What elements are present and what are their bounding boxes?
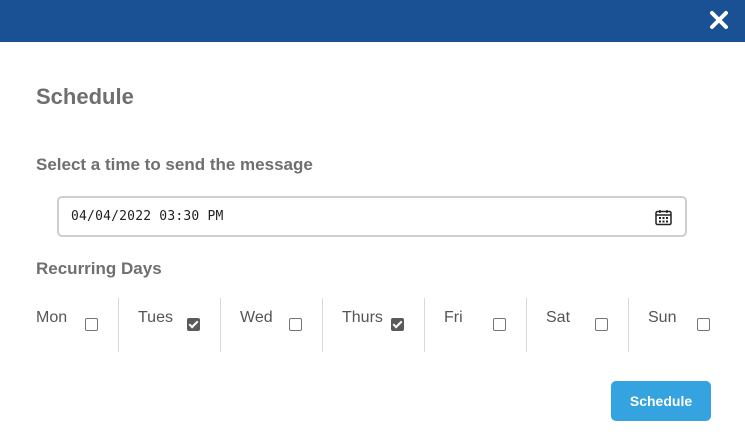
calendar-icon (655, 210, 672, 226)
recurring-days-row: Mon Tues Wed Thurs Fri Sat Sun (16, 298, 730, 352)
day-label: Thurs (342, 309, 383, 326)
time-prompt-label: Select a time to send the message (36, 155, 313, 174)
day-checkbox[interactable] (187, 318, 200, 331)
schedule-dialog: Schedule Select a time to send the messa… (0, 0, 745, 442)
day-label: Sun (648, 309, 677, 326)
day-thurs: Thurs (322, 298, 424, 352)
day-label: Fri (444, 309, 463, 326)
day-label: Mon (36, 309, 68, 326)
recurring-days-label: Recurring Days (36, 259, 162, 278)
close-button[interactable] (708, 9, 730, 31)
day-checkbox[interactable] (391, 318, 404, 331)
day-label: Tues (138, 309, 173, 326)
day-checkbox[interactable] (595, 318, 608, 331)
day-fri: Fri (424, 298, 526, 352)
day-checkbox[interactable] (493, 318, 506, 331)
day-label: Sat (546, 309, 571, 326)
day-sat: Sat (526, 298, 628, 352)
close-icon (710, 11, 728, 29)
day-checkbox[interactable] (85, 318, 98, 331)
dialog-title: Schedule (36, 84, 134, 109)
datetime-input[interactable]: 04/04/2022 03:30 PM (57, 196, 687, 237)
day-checkbox[interactable] (697, 318, 710, 331)
dialog-header-bar (0, 0, 745, 42)
day-checkbox[interactable] (289, 318, 302, 331)
datetime-value: 04/04/2022 03:30 PM (71, 209, 224, 224)
day-label: Wed (240, 309, 273, 326)
day-mon: Mon (16, 298, 118, 352)
day-tues: Tues (118, 298, 220, 352)
day-sun: Sun (628, 298, 730, 352)
schedule-button[interactable]: Schedule (611, 381, 711, 421)
day-wed: Wed (220, 298, 322, 352)
calendar-picker-button[interactable] (655, 209, 672, 226)
